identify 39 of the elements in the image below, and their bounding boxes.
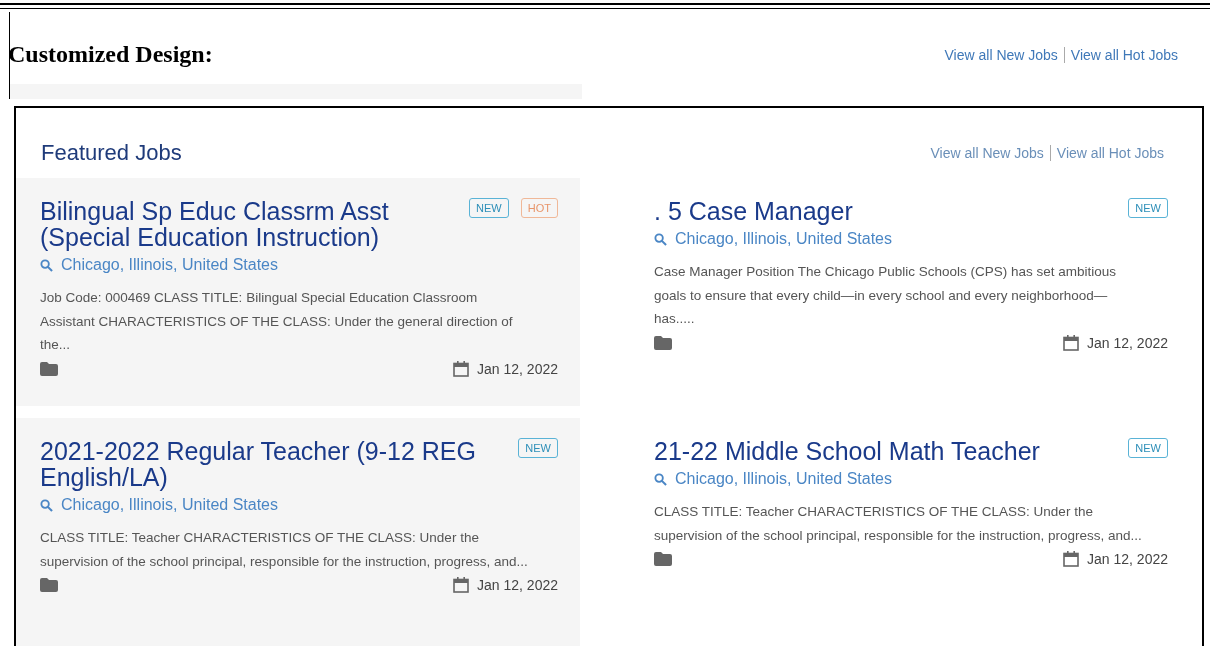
folder-icon (40, 361, 58, 376)
job-title-link[interactable]: 21-22 Middle School Math Teacher (654, 438, 1040, 464)
job-title-link[interactable]: Bilingual Sp Educ Classrm Asst (Special Education Instruction) (40, 198, 450, 250)
folder-icon (654, 335, 672, 350)
job-tag: NEW (1128, 438, 1168, 458)
section-title: Featured Jobs (41, 140, 182, 166)
job-title-link[interactable]: 2021-2022 Regular Teacher (9-12 REG English/LA) (40, 438, 499, 490)
job-tag: NEW (469, 198, 509, 218)
post-date: Jan 12, 2022 (1087, 551, 1168, 567)
job-description: Case Manager Position The Chicago Public Schools (CPS) has set ambitious goals to ensure that every child—in every school and every neighborhood—has..... (654, 263, 1117, 328)
location-link[interactable]: Chicago, Illinois, United States (61, 256, 278, 274)
view-jobs-link[interactable]: View all New Jobs (944, 46, 1058, 63)
calendar-icon (1063, 551, 1080, 567)
page-heading: Customized Design: (8, 41, 213, 68)
search-icon (654, 472, 667, 486)
view-jobs-link[interactable]: View all New Jobs (930, 145, 1044, 161)
job-tag: NEW (518, 438, 558, 458)
post-date: Jan 12, 2022 (1087, 334, 1168, 351)
job-description: CLASS TITLE: Teacher CHARACTERISTICS OF THE CLASS: Under the supervision of the school principal, responsible for the instruction, progress, and... (40, 529, 529, 571)
calendar-icon (1063, 334, 1080, 351)
job-tag: NEW (1128, 198, 1168, 218)
calendar-icon (453, 360, 470, 377)
search-icon (40, 258, 53, 272)
view-jobs-link[interactable]: View all Hot Jobs (1070, 46, 1178, 63)
location-link[interactable]: Chicago, Illinois, United States (675, 230, 892, 248)
post-date: Jan 12, 2022 (477, 360, 558, 377)
folder-icon (654, 552, 672, 566)
search-icon (654, 232, 667, 246)
location-link[interactable]: Chicago, Illinois, United States (675, 470, 892, 488)
job-description: Job Code: 000469 CLASS TITLE: Bilingual Special Education Classroom Assistant CHARACTERISTICS OF THE CLASS: Under the general direction of the... (40, 289, 514, 354)
job-title-link[interactable]: . 5 Case Manager (654, 198, 853, 224)
job-tag: HOT (520, 198, 558, 218)
job-description: CLASS TITLE: Teacher CHARACTERISTICS OF THE CLASS: Under the supervision of the school principal, responsible for the instruction, progress, and... (654, 503, 1143, 545)
folder-icon (40, 578, 58, 592)
search-icon (40, 498, 53, 512)
calendar-icon (453, 577, 470, 593)
view-jobs-link[interactable]: View all Hot Jobs (1056, 145, 1164, 161)
location-link[interactable]: Chicago, Illinois, United States (61, 496, 278, 514)
post-date: Jan 12, 2022 (477, 577, 558, 593)
